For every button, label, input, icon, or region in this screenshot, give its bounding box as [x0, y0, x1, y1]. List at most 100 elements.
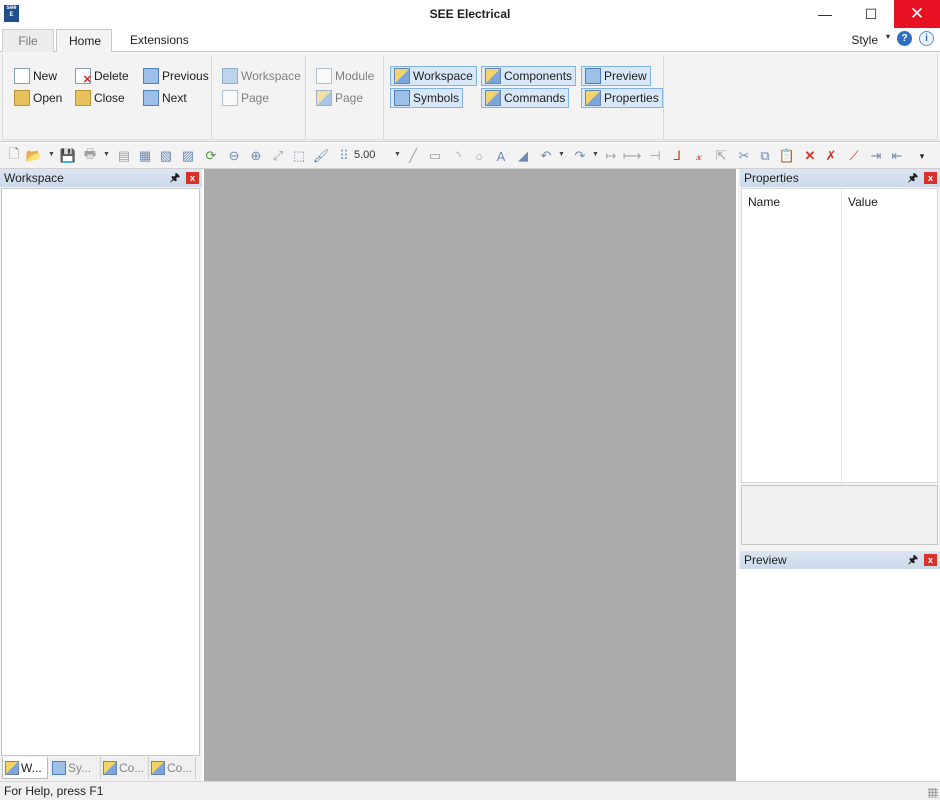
undo-icon[interactable]: ↶ — [538, 148, 554, 164]
page-info-button[interactable]: Page — [219, 88, 272, 108]
paste-icon[interactable]: 📋 — [779, 148, 795, 164]
line-icon[interactable]: ╱ — [405, 148, 421, 164]
close-icon[interactable]: x — [924, 172, 937, 184]
cross-wire-icon[interactable]: 𝓍 — [691, 148, 707, 164]
delete-icon[interactable]: ✕ — [802, 148, 818, 164]
ribbon-separator — [383, 56, 384, 140]
print-icon[interactable]: 🖶 — [82, 146, 98, 164]
chevron-down-icon[interactable]: ▾ — [886, 32, 890, 41]
zoom-window-icon[interactable]: ⬚ — [291, 148, 307, 164]
preview-window-toggle[interactable]: Preview — [581, 66, 651, 86]
chevron-down-icon[interactable]: ▼ — [558, 151, 565, 158]
workspace-tree[interactable] — [1, 188, 200, 756]
components-tab-icon — [103, 761, 117, 775]
dimension-icon[interactable]: ↦ — [603, 148, 619, 164]
open-file-icon[interactable]: 📂 — [26, 148, 42, 164]
properties-grid[interactable]: Name Value — [741, 188, 938, 484]
new-button[interactable]: New — [11, 66, 60, 86]
info-icon[interactable]: i — [919, 31, 934, 46]
new-file-icon[interactable]: 🗋 — [6, 146, 22, 164]
close-icon[interactable]: x — [924, 554, 937, 566]
column-divider[interactable] — [841, 189, 842, 484]
break-horizontal-icon[interactable]: ⇥ — [868, 148, 884, 164]
pin-icon[interactable]: 🖈 — [170, 169, 180, 187]
module-page-button[interactable]: Page — [313, 88, 366, 108]
property-description-box — [741, 485, 938, 545]
next-button[interactable]: Next — [140, 88, 190, 108]
workspace-window-label: Workspace — [413, 69, 473, 83]
zoom-fit-icon[interactable]: ⤢ — [270, 148, 286, 164]
chevron-down-icon[interactable]: ▼ — [103, 151, 110, 158]
paint-icon[interactable]: 🖌 — [313, 148, 330, 164]
pin-icon[interactable]: 🖈 — [908, 551, 918, 569]
style-menu[interactable]: Style — [851, 33, 878, 47]
pin-icon[interactable]: 🖈 — [908, 169, 918, 187]
zoom-in-icon[interactable]: ⊕ — [248, 148, 264, 164]
print-preview-icon[interactable]: ▤ — [116, 148, 132, 164]
arc-icon[interactable]: ◝ — [450, 148, 466, 164]
minimize-button[interactable]: — — [802, 0, 848, 28]
grid-size-value[interactable]: 5.00 — [354, 149, 375, 161]
drawing-toolbar: 🗋 📂 ▼ 💾 🖶 ▼ ▤ ▦ ▧ ▨ ⟳ ⊖ ⊕ ⤢ ⬚ 🖌 ⠿ 5.00 ▼… — [0, 143, 940, 169]
rectangle-icon[interactable]: ▭ — [427, 148, 443, 164]
chevron-down-icon[interactable]: ▼ — [394, 151, 401, 158]
close-project-button[interactable]: Close — [72, 88, 128, 108]
module-icon — [316, 68, 332, 84]
chevron-down-icon[interactable]: ▼ — [48, 151, 55, 158]
save-icon[interactable]: 💾 — [60, 148, 76, 164]
text-style-icon[interactable]: ◢ — [515, 148, 531, 164]
close-icon[interactable]: x — [186, 172, 199, 184]
symbols-window-toggle[interactable]: Symbols — [390, 88, 464, 108]
select-icon[interactable]: ⇱ — [713, 148, 729, 164]
cut-icon[interactable]: ✂ — [736, 148, 752, 164]
close-button[interactable]: ✕ — [894, 0, 940, 28]
preview-icon — [585, 68, 601, 84]
tab-workspace[interactable]: W... — [2, 757, 48, 779]
break-vertical-icon[interactable]: ⇤ — [889, 148, 905, 164]
properties-panel-header: Properties 🖈 x — [740, 169, 940, 187]
components-window-toggle[interactable]: Components — [481, 66, 577, 86]
grid-icon[interactable]: ⠿ — [336, 148, 352, 164]
page-properties-icon[interactable]: ▨ — [180, 148, 196, 164]
page-next-icon[interactable]: ▧ — [158, 148, 174, 164]
tab-home[interactable]: Home — [56, 29, 112, 53]
delete-all-icon[interactable]: ✗ — [823, 148, 839, 164]
page-previous-icon[interactable]: ▦ — [137, 148, 153, 164]
resize-grip-icon[interactable] — [928, 788, 938, 798]
window-title: SEE Electrical — [429, 7, 511, 21]
dimension-horizontal-icon[interactable]: ⟼ — [623, 148, 642, 164]
trim-icon[interactable]: ⟋ — [846, 148, 862, 164]
chevron-down-icon[interactable]: ▼ — [592, 151, 599, 158]
copy-icon[interactable]: ⧉ — [757, 148, 773, 164]
tab-commands[interactable]: Co... — [148, 757, 196, 779]
properties-window-toggle[interactable]: Properties — [581, 88, 663, 108]
zoom-out-icon[interactable]: ⊖ — [226, 148, 242, 164]
tab-file[interactable]: File — [2, 29, 54, 52]
module-label: Module — [335, 69, 375, 83]
redo-icon[interactable]: ↷ — [572, 148, 588, 164]
circle-icon[interactable]: ○ — [471, 148, 487, 164]
commands-window-toggle[interactable]: Commands — [481, 88, 570, 108]
preview-label: Preview — [604, 69, 647, 83]
tab-components[interactable]: Co... — [100, 757, 148, 779]
workspace-window-toggle[interactable]: Workspace — [390, 66, 477, 86]
drawing-canvas[interactable] — [204, 169, 736, 781]
ribbon-separator — [211, 56, 212, 140]
commands-tab-icon — [151, 761, 165, 775]
ribbon-tab-bar: File Home Extensions Style ▾ ? i — [0, 28, 940, 53]
help-icon[interactable]: ? — [897, 31, 912, 46]
text-icon[interactable]: A — [493, 148, 509, 164]
maximize-button[interactable]: ☐ — [848, 0, 894, 28]
tab-extensions[interactable]: Extensions — [118, 29, 201, 52]
workspace-info-button[interactable]: Workspace — [219, 66, 304, 86]
previous-button[interactable]: Previous — [140, 66, 212, 86]
dimension-vertical-icon[interactable]: ⊣ — [647, 148, 663, 164]
refresh-icon[interactable]: ⟳ — [203, 148, 219, 164]
tab-symbols[interactable]: Sy... — [50, 757, 98, 779]
module-button[interactable]: Module — [313, 66, 377, 86]
toolbar-overflow-icon[interactable]: ▾ — [914, 148, 930, 164]
open-button[interactable]: Open — [11, 88, 65, 108]
wire-icon[interactable]: ᒧ — [669, 148, 685, 164]
properties-icon — [585, 90, 601, 106]
delete-button[interactable]: Delete — [72, 66, 132, 86]
